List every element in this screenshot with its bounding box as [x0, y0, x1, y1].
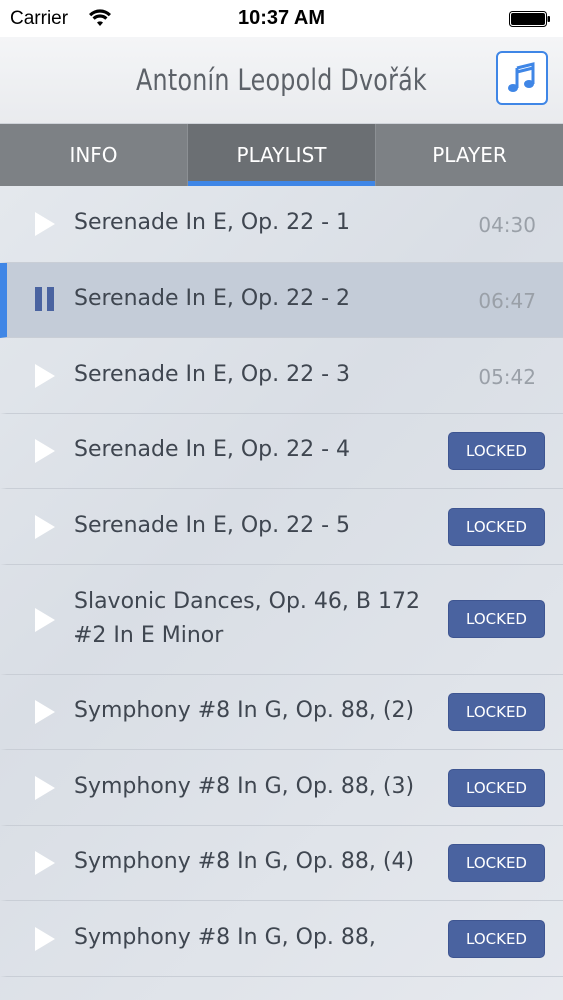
status-time: 10:37 AM	[237, 7, 326, 29]
music-button[interactable]	[496, 51, 548, 105]
track-row[interactable]: Serenade In E, Op. 22 - 1 04:30	[0, 186, 563, 263]
play-icon[interactable]	[33, 849, 57, 877]
track-row[interactable]: Slavonic Dances, Op. 46, B 172 - #2 In E…	[0, 565, 563, 675]
track-title: Serenade In E, Op. 22 - 2	[74, 286, 351, 311]
track-title: Symphony #8 In G, Op. 88, (3)	[74, 774, 415, 799]
track-row[interactable]: Symphony #8 In G, Op. 88, (3) LOCKED	[0, 750, 563, 826]
playlist: Serenade In E, Op. 22 - 1 04:30 Serenade…	[0, 186, 563, 1000]
nav-bar: Antonín Leopold Dvořák	[0, 37, 563, 124]
music-note-icon	[508, 62, 535, 92]
tab-playlist[interactable]: PLAYLIST	[188, 124, 376, 186]
play-icon[interactable]	[33, 606, 57, 634]
track-title: Symphony #8 In G, Op. 88,	[74, 925, 376, 950]
locked-badge[interactable]: LOCKED	[448, 844, 545, 882]
track-title: Serenade In E, Op. 22 - 5	[74, 513, 351, 538]
play-icon[interactable]	[33, 210, 57, 238]
track-title: Serenade In E, Op. 22 - 3	[74, 362, 351, 387]
pause-icon[interactable]	[33, 286, 57, 312]
play-icon[interactable]	[33, 362, 57, 390]
locked-badge[interactable]: LOCKED	[448, 600, 545, 638]
play-icon[interactable]	[33, 437, 57, 465]
tab-player[interactable]: PLAYER	[376, 124, 563, 186]
locked-badge[interactable]: LOCKED	[448, 432, 545, 470]
play-icon[interactable]	[33, 774, 57, 802]
locked-badge[interactable]: LOCKED	[448, 693, 545, 731]
locked-badge[interactable]: LOCKED	[448, 508, 545, 546]
track-title: Serenade In E, Op. 22 - 1	[74, 210, 351, 235]
play-icon[interactable]	[33, 698, 57, 726]
track-row-playing[interactable]: Serenade In E, Op. 22 - 2 06:47	[0, 263, 563, 338]
page-title: Antonín Leopold Dvořák	[136, 63, 427, 97]
track-row[interactable]: Symphony #8 In G, Op. 88, (4) LOCKED	[0, 826, 563, 901]
battery-icon	[509, 11, 550, 27]
locked-badge[interactable]: LOCKED	[448, 920, 545, 958]
track-duration: 04:30	[478, 213, 536, 237]
track-row[interactable]: Symphony #8 In G, Op. 88, (2) LOCKED	[0, 675, 563, 750]
tab-info[interactable]: INFO	[0, 124, 188, 186]
track-row[interactable]: Serenade In E, Op. 22 - 5 LOCKED	[0, 489, 563, 565]
play-icon[interactable]	[33, 925, 57, 953]
track-row[interactable]: Serenade In E, Op. 22 - 4 LOCKED	[0, 414, 563, 489]
track-title-line2: #2 In E Minor	[74, 623, 224, 648]
track-row[interactable]: Serenade In E, Op. 22 - 3 05:42	[0, 338, 563, 414]
track-duration: 05:42	[478, 365, 536, 389]
track-title: Symphony #8 In G, Op. 88, (4)	[74, 849, 415, 874]
status-bar: Carrier 10:37 AM	[0, 0, 563, 37]
track-title: Serenade In E, Op. 22 - 4	[74, 437, 351, 462]
play-icon[interactable]	[33, 513, 57, 541]
tab-bar: INFO PLAYLIST PLAYER	[0, 124, 563, 186]
track-duration: 06:47	[478, 289, 536, 313]
track-row[interactable]: Symphony #8 In G, Op. 88, LOCKED	[0, 901, 563, 977]
track-title: Symphony #8 In G, Op. 88, (2)	[74, 698, 415, 723]
locked-badge[interactable]: LOCKED	[448, 769, 545, 807]
